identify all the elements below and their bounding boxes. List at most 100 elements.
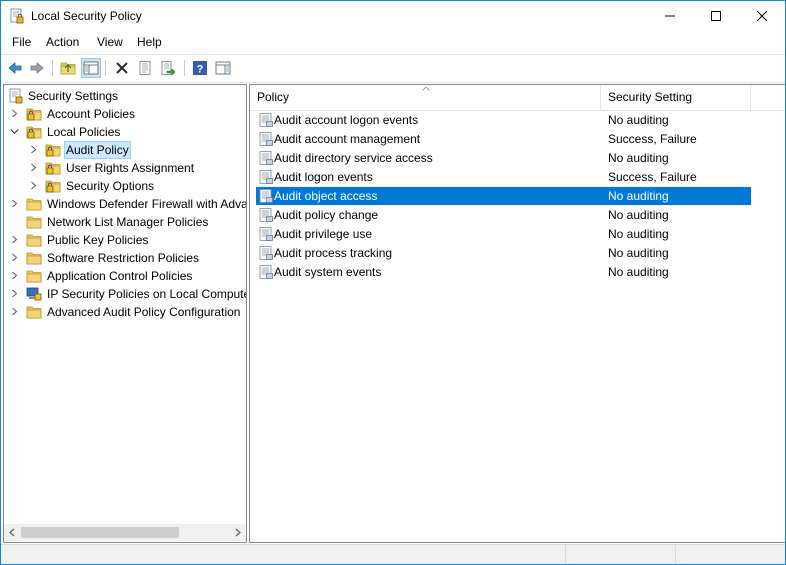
chevron-right-icon[interactable]	[10, 235, 19, 244]
tree-item-label: Public Key Policies	[47, 233, 149, 247]
menu-file[interactable]: File	[10, 35, 33, 49]
maximize-button[interactable]	[693, 1, 739, 31]
policy-name: Audit account management	[274, 132, 421, 146]
forward-button[interactable]	[27, 58, 47, 78]
tree-item-software-restriction[interactable]: Software Restriction Policies	[4, 249, 246, 267]
table-row[interactable]: Audit policy change No auditing	[256, 206, 751, 224]
chevron-right-icon[interactable]	[10, 109, 19, 118]
details-pane[interactable]: Policy Security Setting Audit account lo…	[249, 84, 785, 543]
policy-setting: No auditing	[608, 208, 669, 222]
help-icon: ?	[193, 61, 207, 76]
tree-item-public-key-policies[interactable]: Public Key Policies	[4, 231, 246, 249]
tree-item-label: Audit Policy	[64, 141, 131, 159]
chevron-right-icon[interactable]	[29, 145, 38, 154]
policy-setting: No auditing	[608, 151, 669, 165]
table-row[interactable]: Audit directory service access No auditi…	[256, 149, 751, 167]
window-title: Local Security Policy	[31, 9, 142, 23]
policy-setting: No auditing	[608, 246, 669, 260]
column-header-security-setting[interactable]: Security Setting	[601, 85, 748, 110]
list-header: Policy Security Setting	[250, 85, 785, 111]
folder-icon	[26, 232, 42, 248]
tree-item-label: Windows Defender Firewall with Adva	[47, 197, 247, 211]
tree-item-account-policies[interactable]: Account Policies	[4, 105, 246, 123]
ip-security-icon	[26, 286, 42, 302]
show-hide-console-tree-button[interactable]	[81, 58, 101, 78]
policy-setting: No auditing	[608, 265, 669, 279]
tree-root-security-settings[interactable]: Security Settings	[4, 87, 246, 105]
delete-button[interactable]	[112, 58, 132, 78]
help-button[interactable]: ?	[190, 58, 210, 78]
table-row[interactable]: Audit logon events Success, Failure	[256, 168, 751, 186]
show-hide-action-pane-button[interactable]	[213, 58, 233, 78]
chevron-right-icon[interactable]	[10, 199, 19, 208]
status-segment	[565, 545, 676, 564]
folder-icon	[26, 304, 42, 320]
table-row[interactable]: Audit account logon events No auditing	[256, 111, 751, 129]
delete-icon	[116, 62, 128, 74]
sort-ascending-icon	[422, 86, 430, 91]
menu-action[interactable]: Action	[44, 35, 81, 49]
tree-item-network-list-manager[interactable]: Network List Manager Policies	[4, 213, 246, 231]
tree-item-application-control[interactable]: Application Control Policies	[4, 267, 246, 285]
chevron-right-icon[interactable]	[29, 181, 38, 190]
title-bar: Local Security Policy	[1, 1, 785, 31]
toolbar-separator	[105, 60, 106, 76]
maximize-icon	[711, 11, 721, 21]
console-tree[interactable]: Security Settings Account Policies Local…	[3, 84, 247, 543]
chevron-right-icon	[235, 528, 241, 537]
chevron-right-icon[interactable]	[10, 289, 19, 298]
tree-item-local-policies[interactable]: Local Policies	[4, 123, 246, 141]
tree-item-label: Network List Manager Policies	[47, 215, 209, 229]
status-segment	[675, 545, 785, 564]
close-button[interactable]	[739, 1, 785, 31]
chevron-right-icon[interactable]	[10, 253, 19, 262]
properties-button[interactable]	[135, 58, 155, 78]
tree-item-audit-policy[interactable]: Audit Policy	[4, 141, 246, 159]
lock-folder-icon	[26, 124, 42, 140]
folder-icon	[26, 196, 42, 212]
policy-name: Audit process tracking	[274, 246, 393, 260]
tree-item-label: Security Options	[66, 179, 155, 193]
lock-folder-icon	[45, 178, 61, 194]
table-row[interactable]: Audit process tracking No auditing	[256, 244, 751, 262]
policy-icon	[258, 245, 274, 261]
minimize-icon	[665, 15, 675, 17]
folder-icon	[26, 214, 42, 230]
column-header-policy-label: Policy	[257, 90, 290, 104]
scroll-left-button[interactable]	[4, 524, 21, 541]
chevron-right-icon[interactable]	[10, 307, 19, 316]
close-icon	[757, 11, 767, 21]
menu-view[interactable]: View	[95, 35, 125, 49]
chevron-right-icon[interactable]	[10, 271, 19, 280]
lock-folder-icon	[26, 106, 42, 122]
minimize-button[interactable]	[647, 1, 693, 31]
back-button[interactable]	[5, 58, 25, 78]
up-one-level-button[interactable]	[58, 58, 78, 78]
tree-item-label: Software Restriction Policies	[47, 251, 200, 265]
table-row[interactable]: Audit system events No auditing	[256, 263, 751, 281]
scroll-right-button[interactable]	[229, 524, 246, 541]
table-row-selected[interactable]: Audit object access No auditing	[256, 187, 751, 205]
up-one-level-icon	[60, 60, 76, 76]
tree-item-user-rights-assignment[interactable]: User Rights Assignment	[4, 159, 246, 177]
tree-horizontal-scrollbar[interactable]	[4, 524, 246, 541]
policy-name: Audit privilege use	[274, 227, 373, 241]
scroll-thumb[interactable]	[21, 527, 179, 538]
chevron-down-icon[interactable]	[10, 127, 19, 136]
chevron-right-icon[interactable]	[29, 163, 38, 172]
policy-icon	[258, 188, 274, 204]
table-row[interactable]: Audit account management Success, Failur…	[256, 130, 751, 148]
column-divider[interactable]	[750, 85, 751, 110]
toolbar-separator	[52, 60, 53, 76]
toolbar-separator	[184, 60, 185, 76]
table-row[interactable]: Audit privilege use No auditing	[256, 225, 751, 243]
tree-item-windows-defender-firewall[interactable]: Windows Defender Firewall with Adva	[4, 195, 246, 213]
tree-item-advanced-audit-policy[interactable]: Advanced Audit Policy Configuration	[4, 303, 246, 321]
tree-item-security-options[interactable]: Security Options	[4, 177, 246, 195]
tree-item-ip-security-policies[interactable]: IP Security Policies on Local Compute	[4, 285, 246, 303]
menu-help[interactable]: Help	[135, 35, 164, 49]
lock-folder-icon	[45, 160, 61, 176]
lock-folder-icon	[45, 142, 61, 158]
export-list-button[interactable]	[158, 58, 178, 78]
show-hide-console-tree-icon	[83, 61, 99, 75]
